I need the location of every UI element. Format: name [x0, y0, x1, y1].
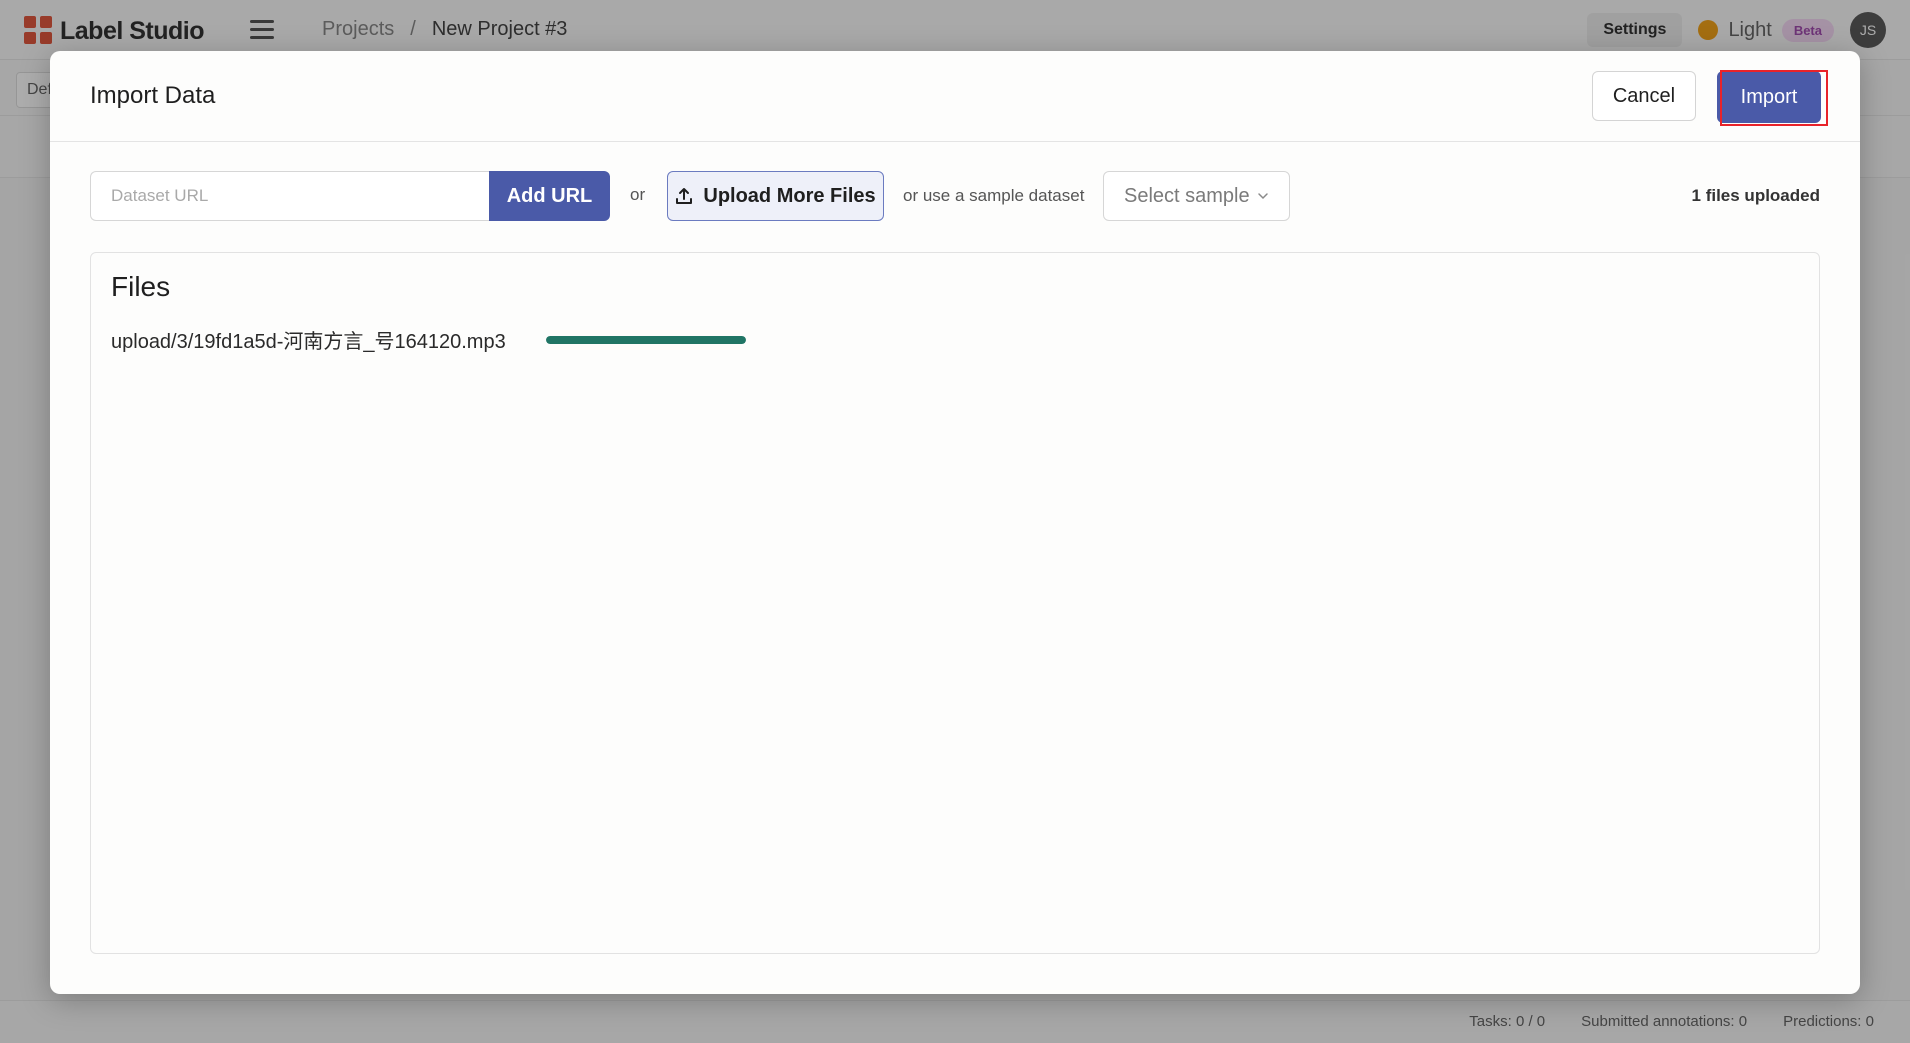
modal-header: Import Data Cancel Import: [50, 51, 1860, 142]
upload-button-label: Upload More Files: [703, 184, 876, 207]
chevron-down-icon: [1258, 193, 1268, 200]
add-url-button[interactable]: Add URL: [489, 171, 610, 221]
dataset-url-input[interactable]: [90, 171, 490, 221]
files-uploaded-count: 1 files uploaded: [1691, 186, 1820, 205]
select-sample-dropdown[interactable]: Select sample: [1103, 171, 1290, 221]
upload-progress-fill: [545, 335, 746, 344]
upload-more-files-button[interactable]: Upload More Files: [667, 171, 884, 221]
or-label: or: [630, 185, 646, 204]
import-data-modal: Import Data Cancel Import Add URL or Upl…: [50, 51, 1860, 994]
sample-dataset-label: or use a sample dataset: [903, 186, 1085, 205]
modal-title: Import Data: [90, 82, 216, 109]
files-panel: Files upload/3/19fd1a5d-河南方言_号164120.mp3: [90, 252, 1820, 954]
cancel-button[interactable]: Cancel: [1592, 71, 1696, 121]
file-row: upload/3/19fd1a5d-河南方言_号164120.mp3: [111, 325, 746, 354]
import-toolbar: Add URL or Upload More Files or use a sa…: [50, 171, 1860, 223]
file-name: upload/3/19fd1a5d-河南方言_号164120.mp3: [111, 331, 506, 353]
files-heading: Files: [111, 271, 171, 302]
select-sample-label: Select sample: [1124, 184, 1250, 207]
upload-progress-bar: [545, 335, 746, 344]
import-button[interactable]: Import: [1717, 71, 1821, 123]
upload-icon: [676, 188, 693, 204]
